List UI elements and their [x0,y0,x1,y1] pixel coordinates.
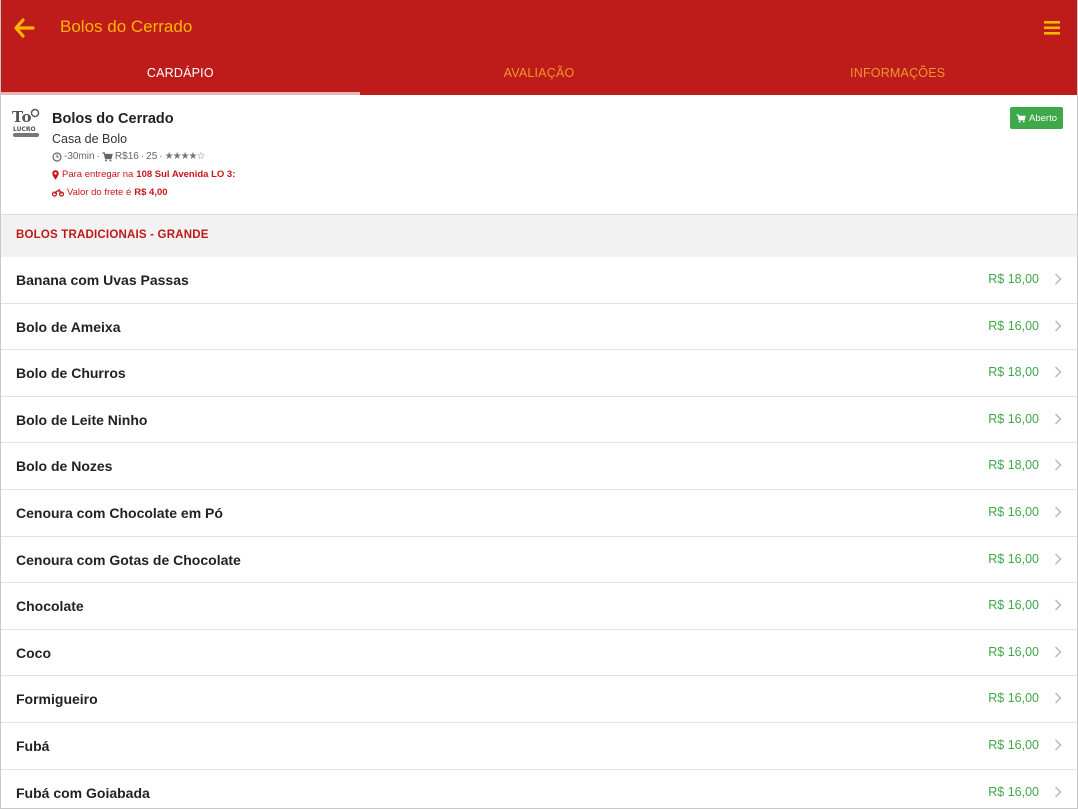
tab-label: INFORMAÇÕES [850,66,946,80]
list-item[interactable]: Bolo de Churros R$ 18,00 [1,350,1077,397]
item-name: Cenoura com Chocolate em Pó [16,504,223,521]
chevron-right-icon [1055,692,1062,704]
list-item[interactable]: Cenoura com Chocolate em Pó R$ 16,00 [1,490,1077,537]
meta-separator: · [159,151,163,162]
chevron-right-icon [1055,273,1062,285]
item-name: Bolo de Ameixa [16,318,121,335]
freight-prefix: Valor do frete é [67,187,132,198]
item-price: R$ 18,00 [988,272,1039,286]
item-name: Chocolate [16,598,84,615]
chevron-right-icon [1055,739,1062,751]
motorcycle-icon [52,188,64,197]
item-price: R$ 16,00 [988,598,1039,613]
arrow-left-icon [14,18,35,38]
chevron-right-icon [1055,506,1062,518]
store-category: Casa de Bolo [52,132,128,146]
freight-line: Valor do frete é R$ 4,00 [52,187,168,198]
review-count: 25 [146,151,158,162]
tab-label: CARDÁPIO [146,66,214,80]
page-title: Bolos do Cerrado [60,17,193,36]
list-item[interactable]: Fubá R$ 16,00 [1,723,1077,770]
list-item[interactable]: Banana com Uvas Passas R$ 18,00 [1,257,1077,304]
delivery-address: 108 Sul Avenida LO 3: [136,169,236,180]
chevron-right-icon [1055,786,1062,798]
list-item[interactable]: Bolo de Leite Ninho R$ 16,00 [1,397,1077,444]
delivery-time: -30min [64,151,95,162]
item-price: R$ 16,00 [988,318,1039,333]
store-name: Bolos do Cerrado [52,111,174,127]
back-button[interactable] [11,14,39,42]
cart-icon [102,151,113,161]
store-header: To LUCRO Bolos do Cerrado Casa de Bolo -… [1,95,1077,215]
app-bar: Bolos do Cerrado CARDÁPIO AVALIAÇÃO INFO… [1,0,1077,95]
svg-text:LUCRO: LUCRO [13,126,36,133]
store-meta: -30min · R$16 · 25 · ★★★★☆ [52,151,206,162]
map-marker-icon [52,169,59,180]
item-name: Fubá com Goiabada [16,784,150,801]
item-price: R$ 16,00 [988,737,1039,752]
toolbar: Bolos do Cerrado [1,0,1077,56]
item-price: R$ 16,00 [988,691,1039,706]
item-name: Coco [16,644,51,661]
chevron-right-icon [1055,553,1062,565]
list-item[interactable]: Formigueiro R$ 16,00 [1,676,1077,723]
tab-cardapio[interactable]: CARDÁPIO [1,56,360,95]
cart-icon [1016,113,1026,123]
tab-avaliacao[interactable]: AVALIAÇÃO [360,56,719,95]
chevron-right-icon [1055,366,1062,378]
item-name: Cenoura com Gotas de Chocolate [16,551,241,568]
item-name: Bolo de Nozes [16,458,113,475]
status-text: Aberto [1029,112,1057,124]
chevron-right-icon [1055,599,1062,611]
deliver-prefix: Para entregar na [62,169,134,180]
app-frame: Bolos do Cerrado CARDÁPIO AVALIAÇÃO INFO… [0,0,1078,809]
item-price: R$ 16,00 [988,644,1039,659]
min-order: R$16 [114,151,139,162]
item-price: R$ 18,00 [988,458,1039,473]
tab-label: AVALIAÇÃO [503,66,575,80]
product-list: Banana com Uvas Passas R$ 18,00 Bolo de Am… [1,257,1077,808]
list-item[interactable]: Chocolate R$ 16,00 [1,583,1077,630]
item-name: Banana com Uvas Passas [16,272,189,288]
item-price: R$ 18,00 [988,365,1039,380]
hamburger-menu-icon [1044,21,1060,35]
list-item[interactable]: Fubá com Goiabada R$ 16,00 [1,770,1077,808]
menu-button[interactable] [1041,16,1065,40]
freight-value: R$ 4,00 [134,187,168,198]
clock-icon [52,151,62,162]
list-item[interactable]: Coco R$ 16,00 [1,630,1077,677]
chevron-right-icon [1055,459,1062,471]
tab-informacoes[interactable]: INFORMAÇÕES [718,56,1077,95]
meta-separator: · [96,151,100,162]
item-name: Bolo de Churros [16,365,126,382]
item-price: R$ 16,00 [988,504,1039,519]
chevron-right-icon [1055,646,1062,658]
delivery-address-line: Para entregar na 108 Sul Avenida LO 3: [52,169,235,180]
status-badge[interactable]: Aberto [1010,107,1063,129]
item-price: R$ 16,00 [988,784,1039,799]
tab-bar: CARDÁPIO AVALIAÇÃO INFORMAÇÕES [1,56,1077,95]
item-name: Bolo de Leite Ninho [16,411,148,428]
chevron-right-icon [1055,320,1062,332]
chevron-right-icon [1055,413,1062,425]
list-item[interactable]: Cenoura com Gotas de Chocolate R$ 16,00 [1,537,1077,584]
item-price: R$ 16,00 [988,551,1039,566]
item-price: R$ 16,00 [988,411,1039,426]
svg-text:To: To [12,108,31,126]
rating-stars: ★★★★☆ [164,151,206,162]
item-name: Formigueiro [16,691,98,708]
list-item[interactable]: Bolo de Ameixa R$ 16,00 [1,304,1077,351]
store-logo: To LUCRO [12,108,40,137]
category-section-header: BOLOS TRADICIONAIS - GRANDE [1,215,1077,257]
item-name: Fubá [16,737,50,754]
section-title: BOLOS TRADICIONAIS - GRANDE [16,229,209,241]
meta-separator: · [140,151,145,162]
list-item[interactable]: Bolo de Nozes R$ 18,00 [1,443,1077,490]
